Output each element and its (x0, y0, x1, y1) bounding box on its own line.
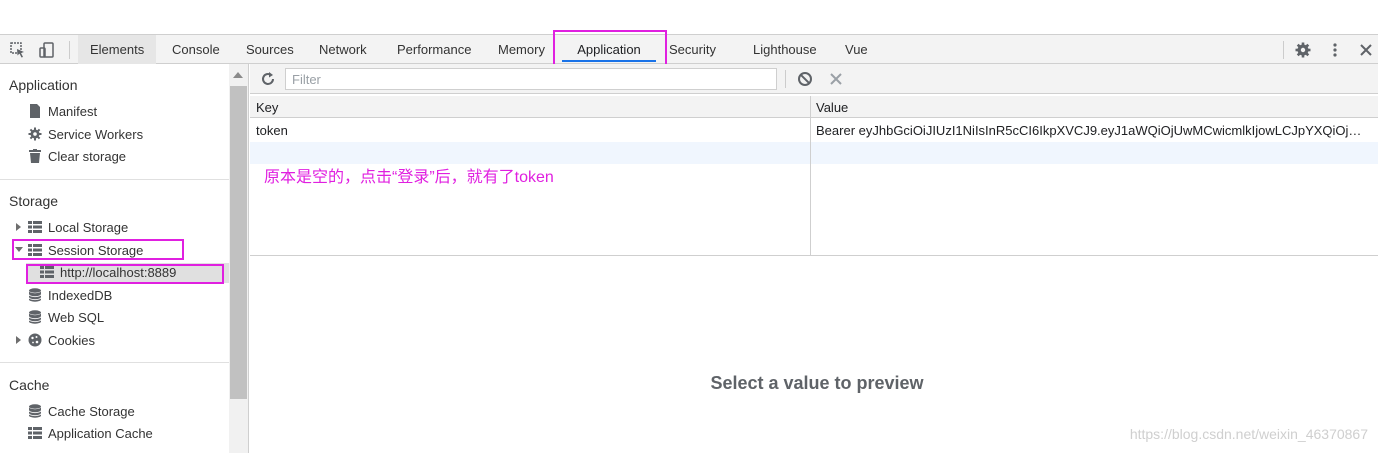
sidebar-item-label: IndexedDB (48, 288, 113, 303)
expand-arrow-icon[interactable] (16, 336, 21, 344)
active-tab-underline (562, 60, 656, 62)
tab-application[interactable]: Application (562, 35, 656, 64)
gear-icon (28, 127, 42, 141)
sidebar-item-web-sql[interactable]: Web SQL (28, 308, 104, 328)
sidebar-item-label: Local Storage (48, 220, 129, 235)
filter-separator (785, 70, 786, 88)
refresh-icon[interactable] (259, 70, 277, 88)
more-vertical-icon[interactable] (1326, 41, 1344, 59)
table-row-empty[interactable] (250, 142, 1378, 164)
grid-table-icon (28, 220, 42, 234)
filter-input[interactable] (285, 68, 777, 90)
sidebar-section-application: Application (9, 77, 78, 93)
tab-lighthouse[interactable]: Lighthouse (753, 35, 817, 64)
expand-arrow-icon[interactable] (16, 223, 21, 231)
devtools-toolbar: Elements Console Sources Network Perform… (0, 34, 1378, 64)
table-cell-key[interactable]: token (256, 123, 806, 138)
column-header-key[interactable]: Key (256, 100, 278, 115)
grid-header (250, 96, 1378, 118)
database-icon (28, 288, 42, 302)
grid-column-separator[interactable] (810, 96, 811, 255)
sidebar-item-label: Cache Storage (48, 404, 135, 419)
sidebar-item-service-workers[interactable]: Service Workers (28, 125, 143, 145)
sidebar-item-application-cache[interactable]: Application Cache (28, 424, 153, 444)
tab-sources[interactable]: Sources (246, 35, 294, 64)
cookie-icon (28, 333, 42, 347)
toolbar-separator-right (1283, 41, 1284, 59)
database-icon (28, 404, 42, 418)
sidebar-item-label: Web SQL (48, 310, 105, 325)
clear-all-icon[interactable] (796, 70, 814, 88)
column-header-value[interactable]: Value (816, 100, 848, 115)
delete-selected-icon[interactable] (827, 70, 845, 88)
sidebar-item-label: Application Cache (48, 426, 153, 441)
sidebar-item-localhost-origin[interactable]: http://localhost:8889 (26, 263, 229, 283)
tab-memory[interactable]: Memory (498, 35, 545, 64)
sidebar-item-local-storage[interactable]: Local Storage (28, 218, 128, 238)
gear-icon[interactable] (1294, 41, 1312, 59)
sidebar-scroll-thumb[interactable] (230, 86, 247, 399)
annotation-note: 原本是空的，点击“登录”后，就有了token (264, 169, 554, 186)
sidebar-item-label: Clear storage (48, 149, 127, 164)
tab-application-label: Application (577, 42, 641, 57)
sidebar-item-session-storage[interactable]: Session Storage (28, 241, 143, 261)
watermark: https://blog.csdn.net/weixin_46370867 (1129, 426, 1368, 442)
sidebar-item-manifest[interactable]: Manifest (28, 102, 97, 122)
grid-table-icon (40, 265, 54, 279)
document-icon (28, 104, 42, 118)
toolbar-separator (69, 41, 70, 59)
sidebar-section-storage: Storage (9, 193, 59, 209)
close-icon[interactable] (1357, 41, 1375, 59)
inspect-element-icon[interactable] (9, 41, 27, 59)
grid-table-icon (28, 243, 42, 257)
sidebar-item-label: http://localhost:8889 (60, 265, 177, 280)
tab-vue[interactable]: Vue (845, 35, 868, 64)
database-icon (28, 310, 42, 324)
sidebar-divider (0, 179, 229, 180)
grid-table-icon (28, 426, 42, 440)
tab-network[interactable]: Network (319, 35, 367, 64)
collapse-arrow-icon[interactable] (15, 247, 23, 252)
device-toolbar-icon[interactable] (38, 41, 56, 59)
trash-icon (28, 149, 42, 163)
sidebar-item-label: Manifest (48, 104, 98, 119)
preview-placeholder: Select a value to preview (710, 373, 924, 393)
tab-performance[interactable]: Performance (397, 35, 471, 64)
sidebar-section-cache: Cache (9, 377, 50, 393)
value-preview-pane (250, 257, 1378, 453)
sidebar-item-label: Session Storage (48, 243, 144, 258)
sidebar-item-clear-storage[interactable]: Clear storage (28, 147, 126, 167)
sidebar-divider (0, 362, 229, 363)
tab-security[interactable]: Security (669, 35, 716, 64)
sidebar-item-label: Cookies (48, 333, 95, 348)
scroll-up-arrow-icon[interactable] (233, 72, 243, 78)
table-cell-value[interactable]: Bearer eyJhbGciOiJIUzI1NiIsInR5cCI6IkpXV… (816, 123, 1368, 138)
sidebar-item-indexeddb[interactable]: IndexedDB (28, 286, 112, 306)
top-blank-area (0, 0, 1378, 34)
tab-console[interactable]: Console (172, 35, 220, 64)
sidebar-item-cache-storage[interactable]: Cache Storage (28, 402, 135, 422)
tab-elements[interactable]: Elements (78, 35, 157, 64)
sidebar-item-label: Service Workers (48, 127, 144, 142)
sidebar-item-cookies[interactable]: Cookies (28, 331, 95, 351)
